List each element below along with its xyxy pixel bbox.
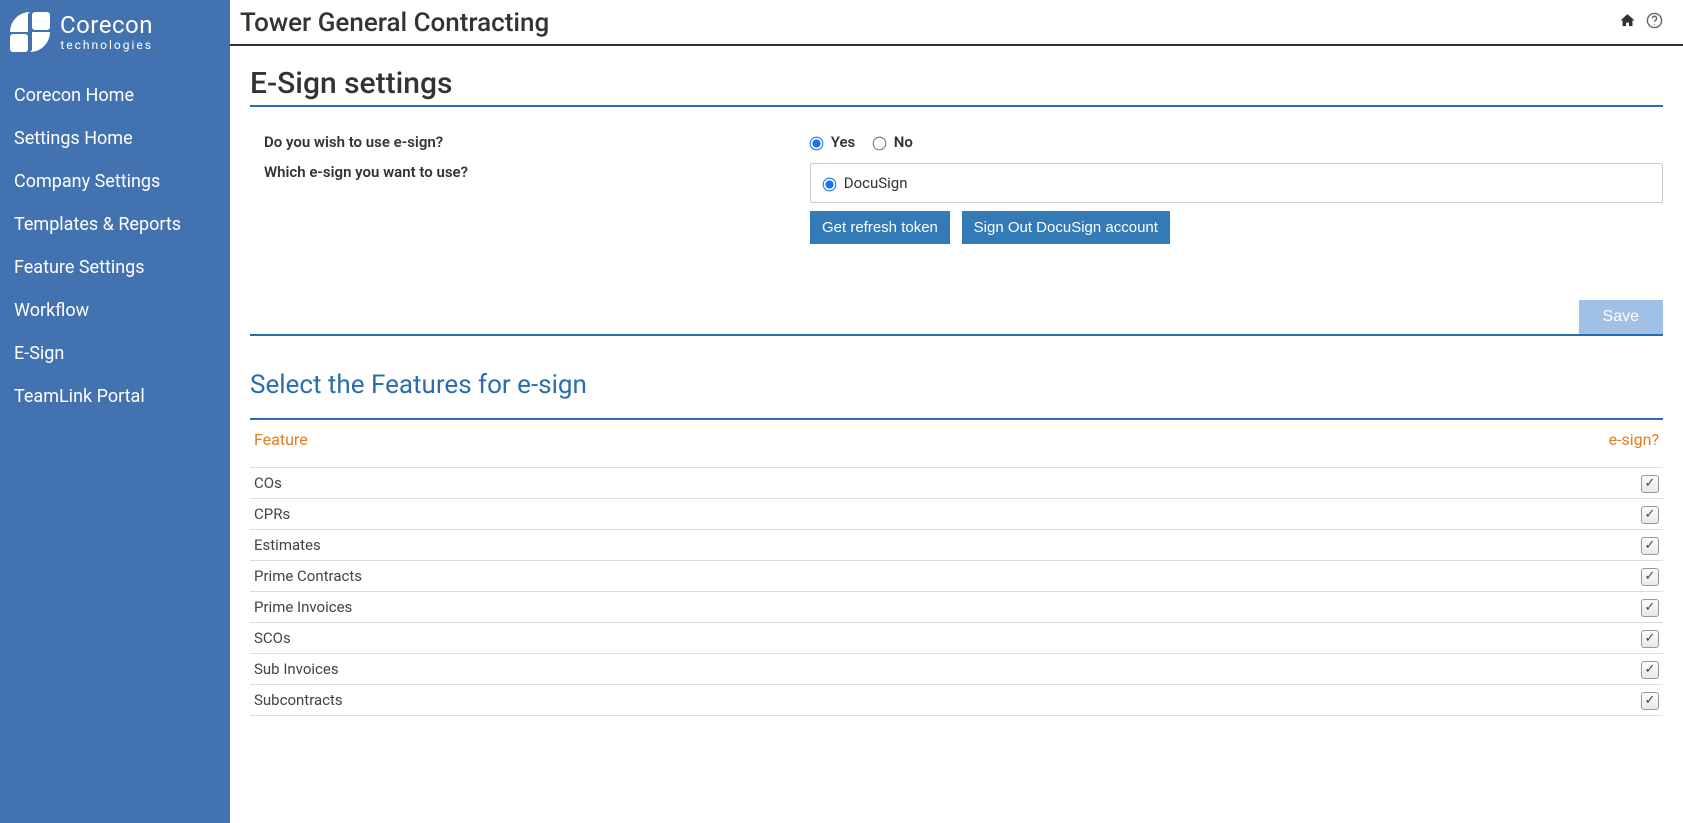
feature-checkbox-cell: ✓ — [1190, 561, 1663, 592]
label-provider: Which e-sign you want to use? — [250, 163, 810, 181]
logo-text-main: Corecon — [60, 13, 153, 37]
feature-name: Sub Invoices — [250, 654, 1190, 685]
row-provider: Which e-sign you want to use? DocuSign G… — [250, 157, 1663, 250]
table-row: Subcontracts ✓ — [250, 685, 1663, 716]
get-refresh-token-button[interactable]: Get refresh token — [810, 211, 950, 244]
help-icon[interactable] — [1646, 12, 1663, 34]
logo: Corecon technologies — [0, 8, 230, 66]
radio-docusign[interactable] — [823, 177, 837, 191]
radio-option-docusign[interactable]: DocuSign — [823, 174, 908, 192]
sidebar-item-esign[interactable]: E-Sign — [0, 332, 230, 375]
feature-checkbox[interactable]: ✓ — [1641, 661, 1659, 679]
table-row: CPRs ✓ — [250, 499, 1663, 530]
sidebar-item-settings-home[interactable]: Settings Home — [0, 117, 230, 160]
sidebar-item-teamlink-portal[interactable]: TeamLink Portal — [0, 375, 230, 418]
feature-checkbox-cell: ✓ — [1190, 468, 1663, 499]
table-row: Prime Invoices ✓ — [250, 592, 1663, 623]
radio-no[interactable] — [873, 136, 887, 150]
row-use-esign: Do you wish to use e-sign? Yes No — [250, 127, 1663, 157]
sidebar-item-company-settings[interactable]: Company Settings — [0, 160, 230, 203]
col-feature: Feature — [250, 420, 1190, 468]
provider-box: DocuSign — [810, 163, 1663, 203]
radio-option-yes[interactable]: Yes — [810, 133, 855, 151]
feature-checkbox[interactable]: ✓ — [1641, 537, 1659, 555]
sidebar-item-templates-reports[interactable]: Templates & Reports — [0, 203, 230, 246]
col-esign: e-sign? — [1190, 420, 1663, 468]
feature-name: Estimates — [250, 530, 1190, 561]
feature-checkbox-cell: ✓ — [1190, 654, 1663, 685]
feature-checkbox[interactable]: ✓ — [1641, 506, 1659, 524]
feature-name: COs — [250, 468, 1190, 499]
sidebar-item-corecon-home[interactable]: Corecon Home — [0, 74, 230, 117]
divider — [250, 105, 1663, 107]
main-area: Tower General Contracting E-Sign setting… — [230, 0, 1683, 823]
feature-checkbox-cell: ✓ — [1190, 530, 1663, 561]
feature-checkbox-cell: ✓ — [1190, 623, 1663, 654]
feature-checkbox-cell: ✓ — [1190, 499, 1663, 530]
feature-name: Prime Contracts — [250, 561, 1190, 592]
sidebar-item-workflow[interactable]: Workflow — [0, 289, 230, 332]
table-row: Sub Invoices ✓ — [250, 654, 1663, 685]
feature-name: SCOs — [250, 623, 1190, 654]
sidebar-item-feature-settings[interactable]: Feature Settings — [0, 246, 230, 289]
sidebar: Corecon technologies Corecon Home Settin… — [0, 0, 230, 823]
sidebar-nav: Corecon Home Settings Home Company Setti… — [0, 66, 230, 426]
feature-checkbox[interactable]: ✓ — [1641, 568, 1659, 586]
company-title: Tower General Contracting — [240, 8, 549, 38]
home-icon[interactable] — [1619, 12, 1636, 34]
header: Tower General Contracting — [230, 0, 1683, 46]
radio-option-no[interactable]: No — [873, 133, 913, 151]
save-button[interactable]: Save — [1579, 300, 1663, 334]
sign-out-docusign-button[interactable]: Sign Out DocuSign account — [962, 211, 1170, 244]
feature-checkbox[interactable]: ✓ — [1641, 475, 1659, 493]
table-row: COs ✓ — [250, 468, 1663, 499]
radio-yes[interactable] — [810, 136, 824, 150]
page-title: E-Sign settings — [250, 66, 1663, 101]
table-row: SCOs ✓ — [250, 623, 1663, 654]
feature-name: CPRs — [250, 499, 1190, 530]
feature-checkbox[interactable]: ✓ — [1641, 599, 1659, 617]
save-bar: Save — [250, 300, 1663, 336]
table-row: Estimates ✓ — [250, 530, 1663, 561]
label-use-esign: Do you wish to use e-sign? — [250, 133, 810, 151]
feature-checkbox-cell: ✓ — [1190, 592, 1663, 623]
content: E-Sign settings Do you wish to use e-sig… — [230, 46, 1683, 756]
feature-checkbox-cell: ✓ — [1190, 685, 1663, 716]
feature-name: Prime Invoices — [250, 592, 1190, 623]
table-row: Prime Contracts ✓ — [250, 561, 1663, 592]
feature-name: Subcontracts — [250, 685, 1190, 716]
feature-checkbox[interactable]: ✓ — [1641, 692, 1659, 710]
features-table: Feature e-sign? COs✓CPRs✓Estimates✓Prime… — [250, 420, 1663, 716]
feature-checkbox[interactable]: ✓ — [1641, 630, 1659, 648]
section-title-features: Select the Features for e-sign — [250, 370, 1663, 400]
logo-text-sub: technologies — [60, 39, 153, 51]
logo-icon — [8, 10, 52, 54]
